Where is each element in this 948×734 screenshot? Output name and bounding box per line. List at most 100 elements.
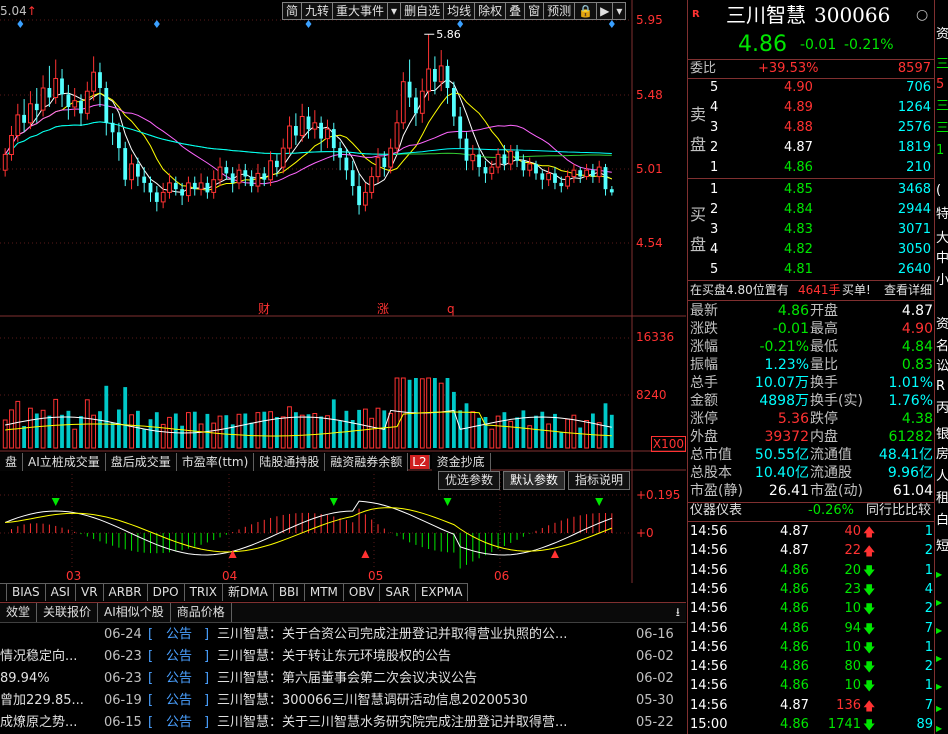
- indicator-tab-asi[interactable]: ASI: [45, 583, 76, 601]
- event-label: q: [447, 302, 455, 316]
- news-title[interactable]: 三川智慧：关于三川智慧水务研究院完成注册登记并取得营...: [217, 712, 567, 734]
- industry-label[interactable]: 仪器仪表: [690, 502, 742, 520]
- arrow-down-icon: 🡇: [863, 602, 876, 617]
- stat-row: 金额 4898万 换手(实) 1.76%: [688, 392, 935, 410]
- buy-level-row[interactable]: 3 4.83 3071: [688, 221, 935, 239]
- stat-value: 48.41亿: [878, 447, 933, 463]
- indicator-tab-dpo[interactable]: DPO: [147, 583, 185, 601]
- buy-level-row[interactable]: 2 4.84 2944: [688, 201, 935, 219]
- buy-volume: 3050: [897, 242, 931, 257]
- news-row[interactable]: 06-24 [公告] 三川智慧：关于合资公司完成注册登记并取得营业执照的公... 06…: [0, 624, 686, 646]
- indicator-help-button[interactable]: 指标说明: [567, 471, 630, 490]
- indicator-tab-arbr[interactable]: ARBR: [103, 583, 148, 601]
- news-tab-commodity[interactable]: 商品价格: [171, 603, 232, 622]
- indicator-tab-vr[interactable]: VR: [75, 583, 104, 601]
- buy-volume: 2640: [897, 262, 931, 277]
- candle-body: [53, 78, 59, 98]
- search-icon[interactable]: ○: [916, 2, 928, 28]
- arrow-down-icon: [443, 498, 452, 506]
- tab-pe-ttm[interactable]: 市盈率(ttm): [176, 453, 255, 471]
- kline-chart-area[interactable]: 5.86 财 涨 q 03 04 05 06 5.04↑ 简 九转 重大事件 ▾ 删自选 均线…: [0, 0, 686, 630]
- volume-bar: [40, 409, 46, 449]
- candle-body: [578, 170, 583, 177]
- optimal-params-button[interactable]: 优选参数: [437, 471, 500, 490]
- news-tab-related-quotes[interactable]: 关联报价: [37, 603, 99, 622]
- month-label: 04: [222, 569, 237, 583]
- volume-bar: [534, 415, 538, 448]
- volume-bar: [394, 377, 400, 449]
- toolbar-overlay-button[interactable]: 叠: [506, 2, 526, 20]
- toolbar-major-events-button[interactable]: 重大事件: [333, 2, 389, 20]
- volume-bar: [211, 422, 217, 449]
- candle-body: [224, 167, 229, 174]
- toolbar-window-button[interactable]: 窗: [525, 2, 545, 20]
- sell-level-row[interactable]: 4 4.89 1264: [688, 99, 935, 117]
- toolbar-simple-button[interactable]: 简: [282, 2, 303, 20]
- tab-after-hours-volume[interactable]: 盘后成交量: [105, 453, 177, 471]
- stat-value: 26.41: [768, 483, 809, 499]
- tab-capital-bottom[interactable]: 资金抄底: [431, 453, 491, 471]
- default-params-button[interactable]: 默认参数: [502, 471, 565, 490]
- tab-northbound-holding[interactable]: 陆股通持股: [254, 453, 326, 471]
- macd-axis-label: +0: [636, 526, 654, 540]
- news-row[interactable]: 情况稳定向... 06-23 [公告] 三川智慧：关于转让东元环境股权的公告 06-02: [0, 646, 686, 668]
- buy-level-row[interactable]: 4 4.82 3050: [688, 241, 935, 259]
- news-row[interactable]: 89.94% 06-23 [公告] 三川智慧：第六届董事会第二次会议决议公告 06-02: [0, 668, 686, 690]
- lock-icon[interactable]: 🔒: [575, 2, 598, 20]
- news-tab-ai-similar[interactable]: AI相似个股: [98, 603, 171, 622]
- buy-level-row[interactable]: 5 4.81 2640: [688, 261, 935, 279]
- side-strip-char: ▶: [936, 724, 943, 733]
- toolbar-forecast-button[interactable]: 预测: [544, 2, 576, 20]
- play-icon[interactable]: ▶: [597, 2, 614, 20]
- indicator-tab-obv[interactable]: OBV: [343, 583, 381, 601]
- news-tab-school[interactable]: 效堂: [0, 603, 38, 622]
- indicator-tab-trix[interactable]: TRIX: [184, 583, 224, 601]
- buy-level-row[interactable]: 1 4.85 3468: [688, 181, 935, 199]
- candle-body: [306, 116, 311, 130]
- tab-margin-balance[interactable]: 融资融券余额: [325, 453, 409, 471]
- indicator-tab-newdma[interactable]: 新DMA: [223, 583, 274, 601]
- toolbar-remove-watchlist-button[interactable]: 删自选: [401, 2, 445, 20]
- indicator-tab-expma[interactable]: EXPMA: [415, 583, 469, 601]
- side-strip-char: 三: [936, 99, 948, 114]
- toolbar-jiuzhuan-button[interactable]: 九转: [302, 2, 334, 20]
- kline-chart-canvas[interactable]: 5.86 财 涨 q 03 04 05 06: [0, 0, 686, 630]
- side-strip-char: 5: [936, 77, 945, 92]
- indicator-tab-sar[interactable]: SAR: [380, 583, 416, 601]
- peer-compare-link[interactable]: 同行比比较: [866, 502, 931, 520]
- download-icon[interactable]: ⭳: [670, 603, 686, 622]
- side-strip-char: 租: [936, 491, 948, 506]
- news-row[interactable]: 成燎原之势... 06-15 [公告] 三川智慧：关于三川智慧水务研究院完成注册登记并…: [0, 712, 686, 734]
- sell-level-row[interactable]: 2 4.87 1819: [688, 139, 935, 157]
- sell-level-row[interactable]: 1 4.86 210: [688, 159, 935, 177]
- toolbar-more-dropdown-icon[interactable]: ▾: [613, 2, 627, 20]
- news-title[interactable]: 三川智慧：300066三川智慧调研活动信息20200530: [217, 690, 528, 712]
- stat-label: 总市值: [690, 447, 732, 463]
- toolbar-events-dropdown-icon[interactable]: ▾: [388, 2, 402, 20]
- tab-pan[interactable]: 盘: [0, 453, 24, 471]
- candle-body: [148, 182, 153, 193]
- indicator-tab-bias[interactable]: BIAS: [7, 583, 46, 601]
- volume-bar: [400, 377, 406, 449]
- volume-bar: [98, 411, 102, 448]
- news-right-date: 06-02: [636, 649, 674, 664]
- sell-level-row[interactable]: 5 4.90 706: [688, 79, 935, 97]
- volume-bar: [148, 419, 153, 448]
- tab-ai-volume[interactable]: AI立桩成交量: [23, 453, 106, 471]
- tick-count: 4: [924, 581, 933, 597]
- toolbar-exright-button[interactable]: 除权: [475, 2, 507, 20]
- toolbar-ma-button[interactable]: 均线: [444, 2, 476, 20]
- candle-body: [407, 81, 412, 98]
- indicator-tab[interactable]: [0, 583, 7, 601]
- indicator-tab-bbi[interactable]: BBI: [273, 583, 305, 601]
- view-detail-link[interactable]: 查看详细: [884, 281, 932, 299]
- candle-body: [160, 191, 166, 203]
- candle-body: [426, 68, 432, 92]
- indicator-tab-mtm[interactable]: MTM: [304, 583, 344, 601]
- volume-bar: [72, 428, 78, 449]
- news-title[interactable]: 三川智慧：关于合资公司完成注册登记并取得营业执照的公...: [217, 624, 567, 646]
- news-row[interactable]: 曾加229.85... 06-19 [公告] 三川智慧：300066三川智慧调研活动信…: [0, 690, 686, 712]
- news-title[interactable]: 三川智慧：第六届董事会第二次会议决议公告: [217, 668, 477, 690]
- sell-level-row[interactable]: 3 4.88 2576: [688, 119, 935, 137]
- news-title[interactable]: 三川智慧：关于转让东元环境股权的公告: [217, 646, 451, 668]
